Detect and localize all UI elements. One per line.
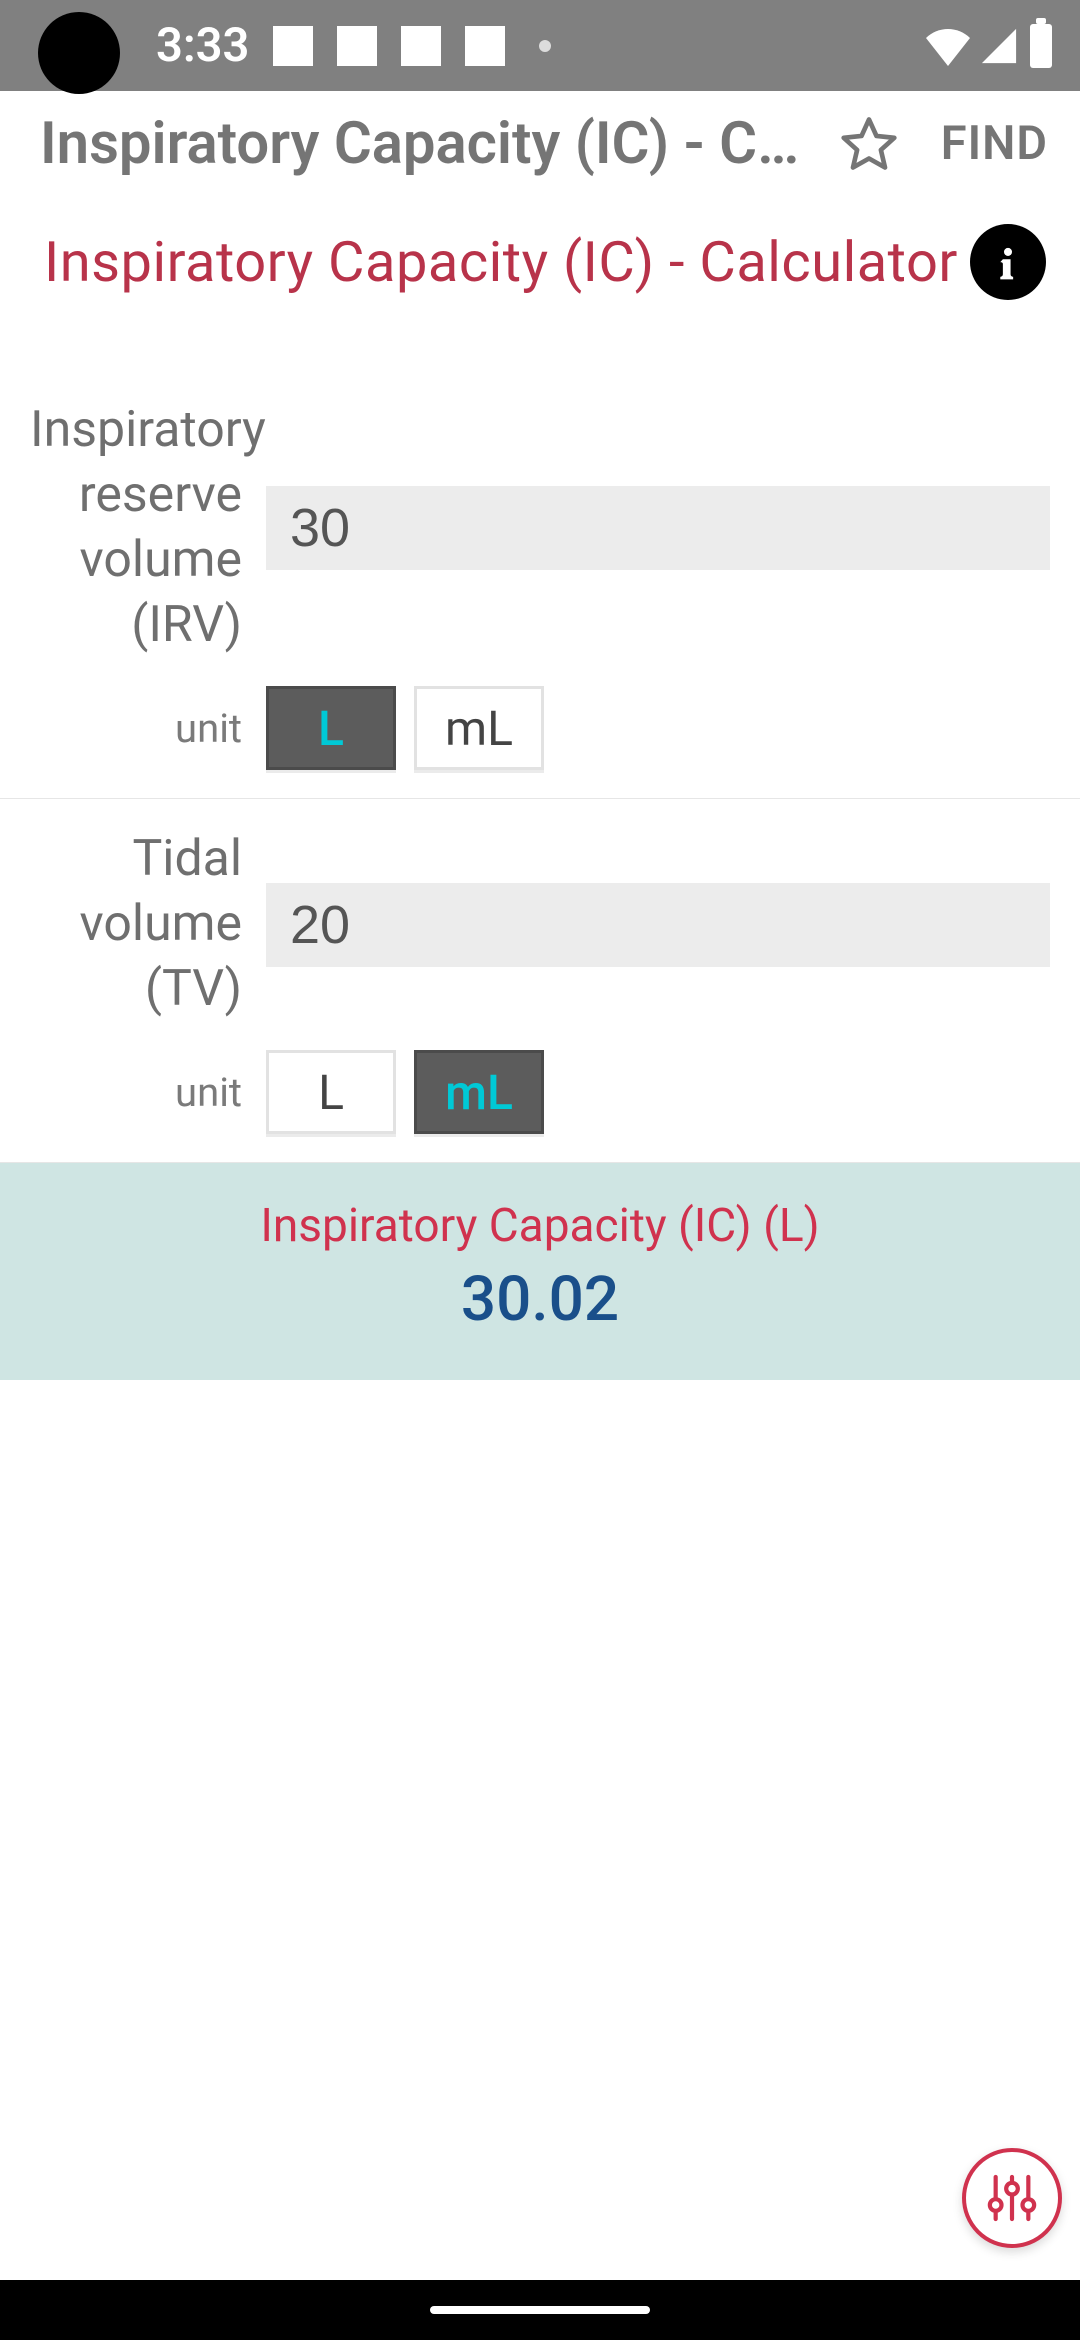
irv-unit-mL-button[interactable]: mL [414,686,544,770]
camera-notch [38,12,120,94]
notification-overflow-icon [539,40,551,52]
page-title: Inspiratory Capacity (IC) - Calculator [44,229,970,295]
tv-section: Tidal volume (TV) unit L mL [0,799,1080,1163]
irv-input[interactable] [266,486,1050,570]
status-bar: 3:33 [0,0,1080,91]
tv-unit-mL-button[interactable]: mL [414,1050,544,1134]
irv-unit-L-button[interactable]: L [266,686,396,770]
irv-unit-toggle: L mL [266,686,1050,770]
wifi-icon [924,26,972,66]
irv-label: Inspiratory reserve volume (IRV) [30,398,266,658]
cellular-icon [980,27,1018,65]
irv-input-cell [266,486,1050,570]
tv-row: Tidal volume (TV) [30,827,1050,1022]
notification-icon [401,26,441,66]
tv-unit-label: unit [30,1069,266,1116]
tv-unit-toggle: L mL [266,1050,1050,1134]
tv-input[interactable] [266,883,1050,967]
tv-label: Tidal volume (TV) [30,827,266,1022]
info-button[interactable] [970,224,1046,300]
sliders-icon [984,2170,1040,2226]
notification-icon [465,26,505,66]
app-bar: Inspiratory Capacity (IC) - Ca… FIND [0,91,1080,196]
tv-unit-L-button[interactable]: L [266,1050,396,1134]
nav-handle[interactable] [430,2306,650,2314]
system-nav-bar [0,2280,1080,2340]
irv-unit-label: unit [30,705,266,752]
result-title: Inspiratory Capacity (IC) (L) [0,1199,1080,1253]
favorite-button[interactable] [833,108,905,180]
status-left: 3:33 [156,0,551,91]
star-outline-icon [838,113,900,175]
result-panel: Inspiratory Capacity (IC) (L) 30.02 [0,1163,1080,1380]
irv-section: Inspiratory reserve volume (IRV) unit L … [0,318,1080,799]
tv-unit-row: unit L mL [30,1050,1050,1134]
title-row: Inspiratory Capacity (IC) - Calculator [0,196,1080,318]
tv-input-cell [266,883,1050,967]
find-button[interactable]: FIND [925,116,1056,171]
status-right [924,0,1052,91]
content: Inspiratory Capacity (IC) - Calculator I… [0,196,1080,1380]
appbar-title: Inspiratory Capacity (IC) - Ca… [40,110,813,178]
irv-row: Inspiratory reserve volume (IRV) [30,398,1050,658]
result-value: 30.02 [0,1263,1080,1336]
notification-icon [273,26,313,66]
notification-icon [337,26,377,66]
status-time: 3:33 [156,18,249,73]
settings-fab[interactable] [962,2148,1062,2248]
irv-unit-row: unit L mL [30,686,1050,770]
info-icon [986,240,1030,284]
battery-icon [1030,24,1052,68]
